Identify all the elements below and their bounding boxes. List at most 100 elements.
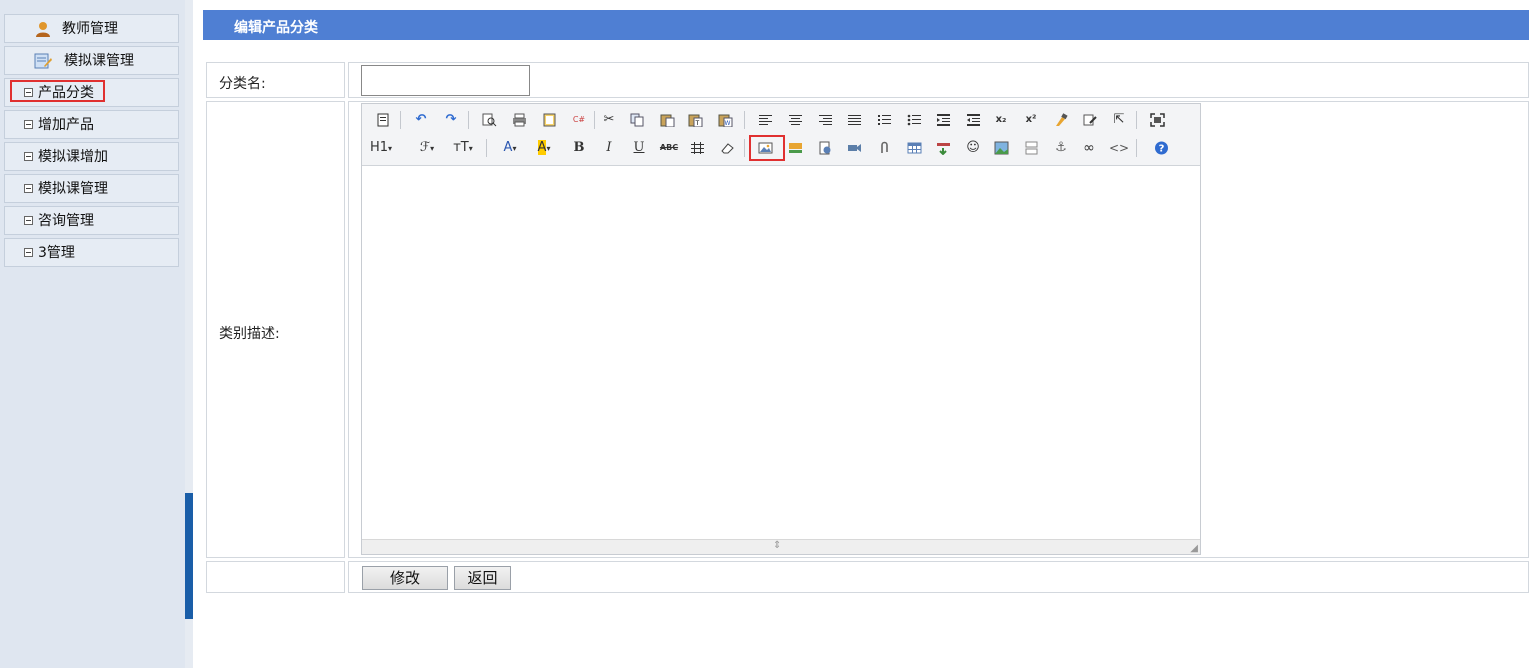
- sidebar-item-add-product[interactable]: 增加产品: [4, 110, 179, 139]
- rich-text-editor: ↶ ↷ C# ✂ T W x₂ x² ⇱ H1▾ ℱ▾ тT▾ A▾ A▾ B …: [361, 103, 1201, 555]
- sidebar-item-mock-class-manage-2[interactable]: 模拟课管理: [4, 174, 179, 203]
- sidebar-item-label: 模拟课增加: [38, 149, 108, 165]
- svg-text:?: ?: [1158, 144, 1164, 155]
- size-text: тT: [453, 140, 469, 155]
- insert-multiple-images-icon[interactable]: [784, 138, 806, 158]
- link-icon[interactable]: ∞: [1078, 138, 1100, 158]
- font-text: ℱ: [419, 140, 431, 155]
- toolbar-separator: [744, 139, 745, 157]
- svg-text:W: W: [724, 120, 730, 127]
- unordered-list-icon[interactable]: [903, 110, 925, 130]
- picture-icon[interactable]: [990, 138, 1012, 158]
- insert-table-icon[interactable]: [903, 138, 925, 158]
- sidebar-item-consult-management[interactable]: 咨询管理: [4, 206, 179, 235]
- edit-form-icon: [34, 52, 52, 70]
- italic-button[interactable]: I: [598, 138, 620, 158]
- anchor-icon[interactable]: ⚓: [1050, 138, 1072, 158]
- insert-video-icon[interactable]: [843, 138, 865, 158]
- collapse-icon: [24, 88, 33, 97]
- redo-icon[interactable]: ↷: [440, 110, 462, 130]
- svg-text:T: T: [694, 120, 699, 127]
- emoticon-icon[interactable]: ☺: [962, 138, 984, 158]
- scrawl-icon[interactable]: [814, 138, 836, 158]
- format-brush-icon[interactable]: [1050, 110, 1072, 130]
- preview-icon[interactable]: [478, 110, 500, 130]
- collapse-icon: [24, 248, 33, 257]
- toolbar-separator: [594, 111, 595, 129]
- paste-text-icon[interactable]: T: [684, 110, 706, 130]
- background-color-dropdown[interactable]: A▾: [530, 138, 558, 158]
- sidebar-item-label: 增加产品: [38, 117, 94, 133]
- attachment-icon[interactable]: [873, 138, 895, 158]
- toolbar-separator: [1136, 139, 1137, 157]
- eraser-icon[interactable]: [716, 138, 738, 158]
- html-code-icon[interactable]: <>: [1108, 138, 1130, 158]
- source-icon[interactable]: [372, 110, 394, 130]
- code-icon[interactable]: C#: [568, 110, 590, 130]
- name-label: 分类名:: [219, 76, 266, 92]
- font-color-dropdown[interactable]: A▾: [496, 138, 524, 158]
- sidebar-item-product-category[interactable]: 产品分类: [4, 78, 179, 107]
- corner-resize-icon[interactable]: ◢: [1190, 544, 1198, 554]
- ordered-list-icon[interactable]: [873, 110, 895, 130]
- clear-format-icon[interactable]: [1078, 110, 1100, 130]
- align-left-icon[interactable]: [754, 110, 776, 130]
- underline-button[interactable]: U: [628, 138, 650, 158]
- desc-label: 类别描述:: [219, 326, 280, 342]
- sidebar-item-teacher-management[interactable]: 教师管理: [4, 14, 179, 43]
- back-button[interactable]: 返回: [454, 566, 511, 590]
- cut-icon[interactable]: ✂: [598, 110, 620, 130]
- sidebar-item-label: 产品分类: [38, 85, 94, 101]
- editor-content-area[interactable]: [362, 166, 1200, 540]
- font-size-dropdown[interactable]: тT▾: [446, 138, 480, 158]
- heading-dropdown[interactable]: H1▾: [370, 138, 404, 158]
- submit-button[interactable]: 修改: [362, 566, 448, 590]
- template-icon[interactable]: [538, 110, 560, 130]
- fullscreen-icon[interactable]: [1146, 110, 1168, 130]
- indent-icon[interactable]: [932, 110, 954, 130]
- splitter-handle[interactable]: [185, 493, 193, 619]
- select-all-icon[interactable]: ⇱: [1108, 110, 1130, 130]
- toolbar-separator: [468, 111, 469, 129]
- editor-toolbar: ↶ ↷ C# ✂ T W x₂ x² ⇱ H1▾ ℱ▾ тT▾ A▾ A▾ B …: [362, 104, 1200, 166]
- align-right-icon[interactable]: [814, 110, 836, 130]
- superscript-icon[interactable]: x²: [1020, 110, 1042, 130]
- sidebar-item-label: 模拟课管理: [38, 181, 108, 197]
- toolbar-separator: [1136, 111, 1137, 129]
- toolbar-separator: [744, 111, 745, 129]
- bold-button[interactable]: B: [568, 138, 590, 158]
- action-label-cell: [206, 561, 345, 593]
- align-justify-icon[interactable]: [843, 110, 865, 130]
- paste-icon[interactable]: [656, 110, 678, 130]
- sidebar-item-label: 咨询管理: [38, 213, 94, 229]
- undo-icon[interactable]: ↶: [410, 110, 432, 130]
- align-center-icon[interactable]: [784, 110, 806, 130]
- page-break-icon[interactable]: [1020, 138, 1042, 158]
- sidebar-item-label: 3管理: [38, 245, 75, 261]
- help-icon[interactable]: ?: [1150, 138, 1172, 158]
- sidebar-item-add-mock-class[interactable]: 模拟课增加: [4, 142, 179, 171]
- dotted-grid-icon[interactable]: [686, 138, 708, 158]
- sidebar: 教师管理 模拟课管理 产品分类 增加产品 模拟课增加 模拟课管理 咨询管理 3管…: [0, 0, 185, 668]
- toolbar-separator: [400, 111, 401, 129]
- heading-text: H1: [370, 140, 389, 155]
- insert-row-icon[interactable]: [932, 138, 954, 158]
- copy-icon[interactable]: [626, 110, 648, 130]
- outdent-icon[interactable]: [962, 110, 984, 130]
- strikethrough-button[interactable]: ABC: [656, 138, 682, 158]
- name-label-cell: 分类名:: [206, 62, 345, 98]
- paste-word-icon[interactable]: W: [714, 110, 736, 130]
- sidebar-item-label: 教师管理: [62, 21, 118, 37]
- user-icon: [34, 20, 52, 38]
- category-name-input[interactable]: [361, 65, 530, 96]
- collapse-icon: [24, 184, 33, 193]
- subscript-icon[interactable]: x₂: [990, 110, 1012, 130]
- font-family-dropdown[interactable]: ℱ▾: [414, 138, 440, 158]
- print-icon[interactable]: [508, 110, 530, 130]
- resize-grip-icon[interactable]: ⇕: [773, 540, 781, 552]
- collapse-icon: [24, 120, 33, 129]
- sidebar-item-mock-class-management[interactable]: 模拟课管理: [4, 46, 179, 75]
- insert-image-icon[interactable]: [754, 138, 776, 158]
- sidebar-item-3-management[interactable]: 3管理: [4, 238, 179, 267]
- editor-resize-bar[interactable]: ⇕ ◢: [362, 539, 1200, 554]
